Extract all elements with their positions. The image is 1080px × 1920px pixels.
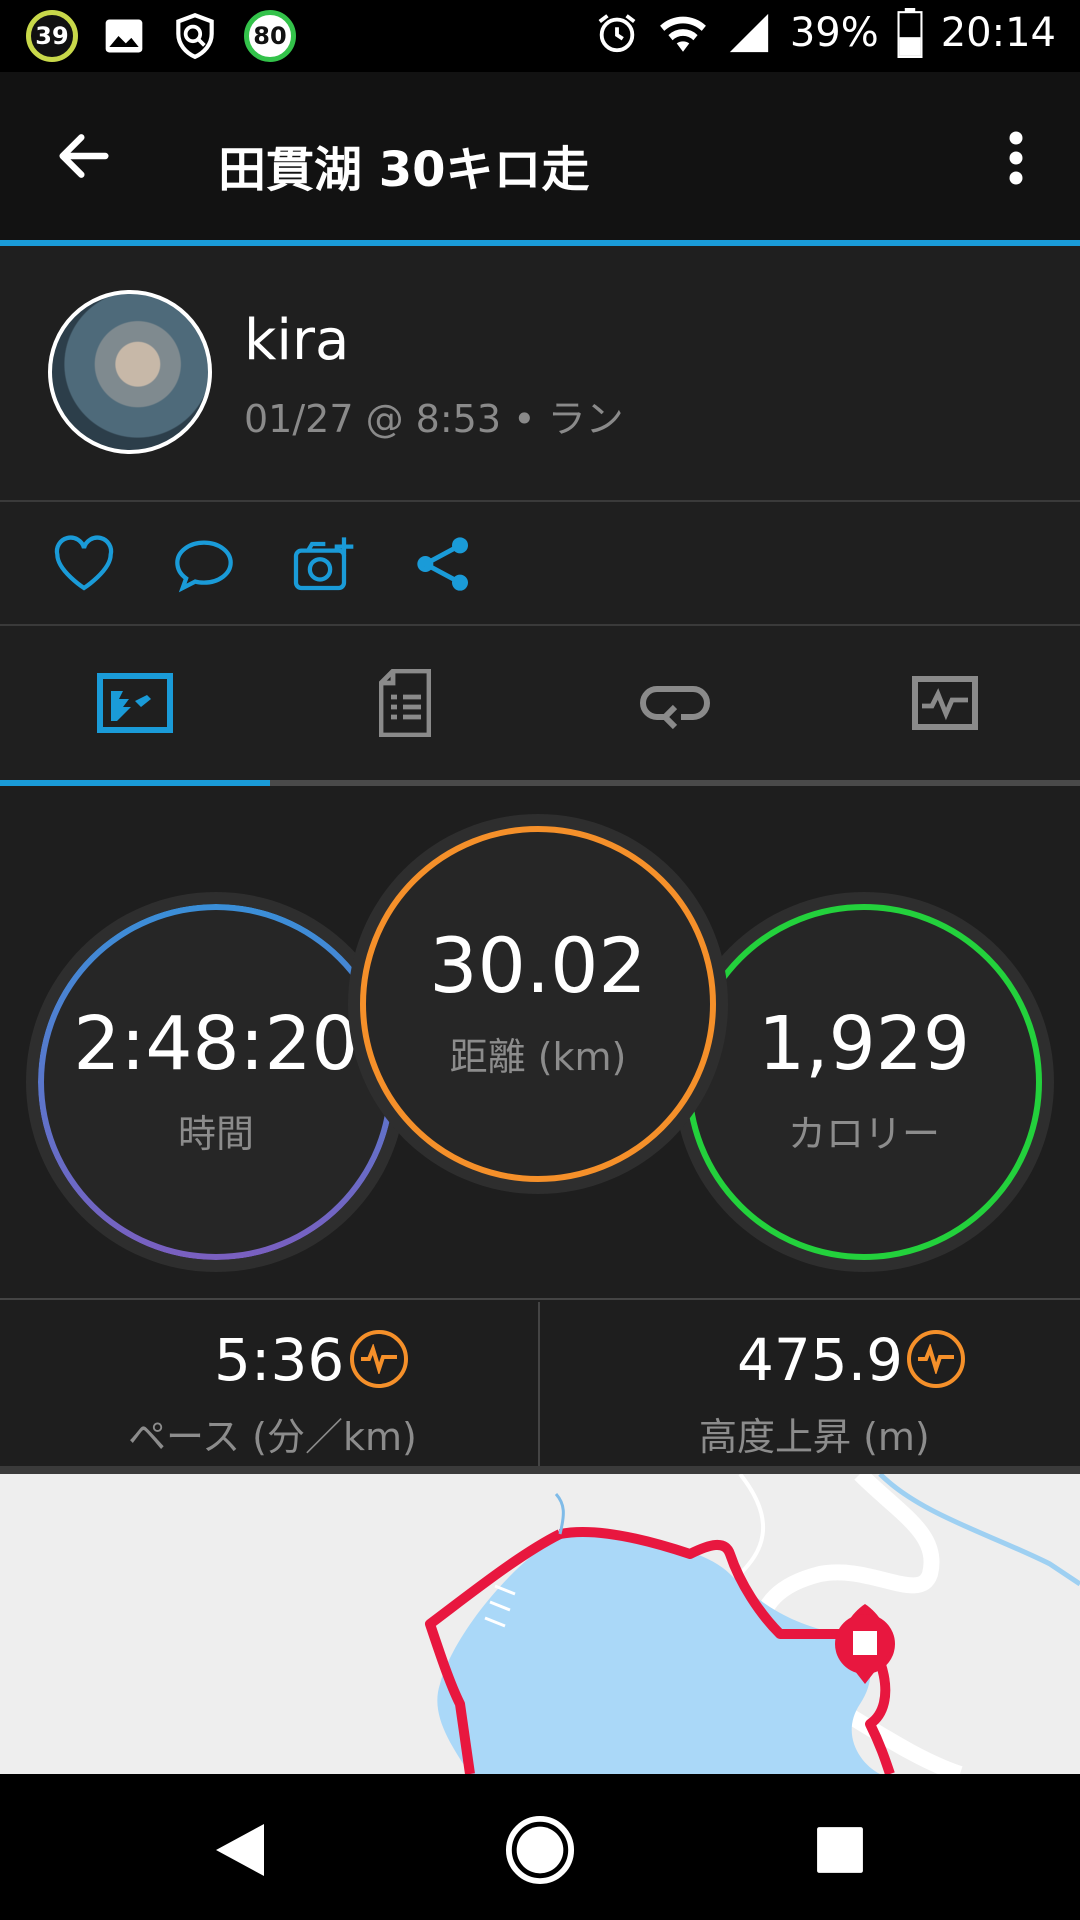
pace-value: 5:36 (214, 1326, 345, 1394)
nav-recents-icon (817, 1827, 863, 1873)
pace-metric[interactable]: 5:36 ペース (分／km) (0, 1302, 539, 1466)
distance-label: 距離 (km) (449, 1034, 627, 1079)
page-title: 田貫湖 30キロ走 (218, 142, 590, 198)
distance-value: 30.02 (429, 920, 647, 1010)
wifi-icon (659, 16, 706, 52)
battery-icon (897, 8, 923, 58)
nav-recents-button[interactable] (800, 1810, 880, 1890)
user-name[interactable]: kira (244, 308, 349, 373)
signal-icon (729, 13, 768, 53)
avatar[interactable] (48, 290, 212, 454)
calories-label: カロリー (787, 1111, 940, 1156)
activity-header: kira 01/27 @ 8:53 • ラン (0, 246, 1080, 502)
tab-details[interactable] (270, 626, 540, 780)
notification-badge-39: 39 (26, 10, 78, 62)
elevation-chart-icon (907, 1330, 965, 1388)
nav-home-button[interactable] (500, 1810, 580, 1890)
notification-badge-80: 80 (244, 10, 296, 62)
metric-divider (538, 1302, 540, 1466)
nav-back-icon (216, 1824, 264, 1876)
share-icon[interactable] (412, 534, 476, 594)
action-row (0, 502, 1080, 626)
elevation-value: 475.9 (737, 1326, 904, 1394)
elevation-metric[interactable]: 475.9 高度上昇 (m) (541, 1302, 1080, 1466)
pace-chart-icon (350, 1330, 408, 1388)
calories-stat-circle[interactable]: 1,929 カロリー (686, 904, 1042, 1260)
activity-tabs (0, 626, 1080, 786)
more-options-icon[interactable] (1000, 128, 1032, 188)
back-arrow-icon[interactable] (52, 124, 116, 188)
route-map-graphic (425, 1474, 1080, 1774)
image-icon (105, 19, 143, 53)
section-divider (0, 1466, 1080, 1474)
like-heart-icon[interactable] (52, 534, 116, 594)
system-nav-bar (0, 1774, 1080, 1920)
time-label: 時間 (177, 1111, 254, 1156)
distance-stat-circle[interactable]: 30.02 距離 (km) (360, 826, 716, 1182)
shield-search-icon (176, 12, 214, 60)
nav-back-button[interactable] (200, 1810, 280, 1890)
nav-home-icon (505, 1815, 575, 1885)
secondary-metrics: 5:36 ペース (分／km) 475.9 高度上昇 (m) (0, 1302, 1080, 1466)
graphs-icon (912, 676, 978, 730)
route-map[interactable] (0, 1474, 1080, 1774)
laps-icon (640, 686, 710, 729)
tab-graphs[interactable] (810, 626, 1080, 780)
details-icon (379, 669, 431, 737)
activity-meta: 01/27 @ 8:53 • ラン (244, 397, 624, 441)
time-stat-circle[interactable]: 2:48:20 時間 (38, 904, 394, 1260)
tab-laps[interactable] (540, 626, 810, 780)
app-bar: 田貫湖 30キロ走 (0, 72, 1080, 240)
elevation-label: 高度上昇 (m) (699, 1415, 930, 1459)
tab-overview[interactable] (0, 626, 270, 780)
clock: 20:14 (940, 10, 1056, 56)
overview-icon (97, 673, 173, 733)
calories-value: 1,929 (758, 1000, 970, 1087)
add-photo-icon[interactable] (292, 534, 356, 594)
summary-stats: 2:48:20 時間 1,929 カロリー 30.02 距離 (km) (0, 786, 1080, 1300)
battery-percent: 39% (789, 10, 879, 56)
time-value: 2:48:20 (73, 1000, 359, 1087)
pace-label: ペース (分／km) (128, 1415, 417, 1459)
alarm-icon (598, 14, 636, 53)
comment-icon[interactable] (172, 534, 236, 594)
status-bar: 39 80 39% 20:14 (0, 0, 1080, 72)
